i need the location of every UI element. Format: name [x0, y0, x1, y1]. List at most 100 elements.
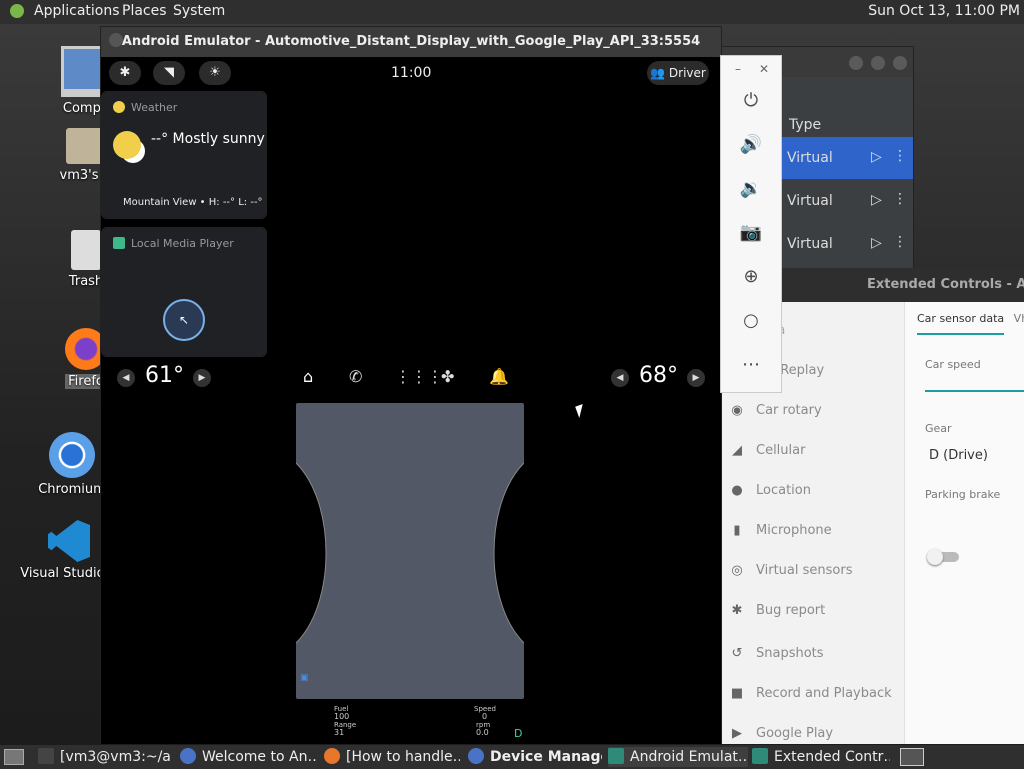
play-icon: ▶ — [732, 726, 742, 741]
menu-system[interactable]: System — [173, 3, 225, 19]
play-icon[interactable]: ▷ — [871, 235, 882, 251]
nav-label: Cellular — [756, 443, 806, 458]
taskbar-item-firefox[interactable]: [How to handle… — [324, 747, 460, 767]
nav-item-bug-report[interactable]: ✱ Bug report — [728, 600, 826, 622]
play-icon[interactable]: ▷ — [871, 192, 882, 208]
volume-down-icon[interactable]: 🔉 — [739, 178, 763, 202]
cluster-gear: D — [514, 727, 523, 740]
weather-card[interactable]: Weather --° Mostly sunny Mountain View •… — [101, 91, 267, 219]
phone-icon[interactable]: ✆ — [349, 367, 362, 386]
bug-icon: ✱ — [731, 603, 743, 618]
firefox-icon — [324, 748, 340, 764]
taskbar-label: Welcome to An… — [202, 749, 316, 765]
taskbar-item-welcome[interactable]: Welcome to An… — [180, 747, 316, 767]
nav-item-car-rotary[interactable]: ◉ Car rotary — [728, 400, 822, 422]
taskbar-item-extended-controls[interactable]: Extended Contr… — [752, 747, 890, 767]
nav-item-snapshots[interactable]: ↺ Snapshots — [728, 643, 824, 665]
fan-icon[interactable]: ✤ — [441, 367, 454, 386]
taskbar-label: Extended Contr… — [774, 749, 890, 765]
nav-label: Record and Playback — [756, 686, 892, 701]
maximize-button[interactable] — [871, 56, 885, 70]
brightness-icon[interactable]: ☀ — [199, 61, 231, 85]
close-button[interactable] — [893, 56, 907, 70]
android-studio-icon — [468, 748, 484, 764]
nav-item-microphone[interactable]: ▮ Microphone — [728, 520, 831, 542]
workspace-switcher[interactable] — [900, 748, 924, 766]
snapshots-icon: ↺ — [731, 646, 743, 661]
menu-applications[interactable]: Applications — [34, 3, 120, 19]
more-vert-icon[interactable]: ⋮ — [893, 234, 907, 250]
right-temp-up-button[interactable]: ▶ — [687, 369, 705, 387]
emulator-icon — [608, 748, 624, 764]
window-menu-button[interactable] — [109, 33, 123, 47]
camera-icon[interactable]: 📷 — [739, 222, 763, 246]
taskbar-label: [How to handle… — [346, 749, 460, 765]
vscode-icon — [48, 520, 90, 562]
rotary-icon: ◉ — [731, 403, 743, 418]
minimize-icon[interactable]: – — [735, 62, 741, 76]
right-temp-down-button[interactable]: ◀ — [611, 369, 629, 387]
nav-label: Virtual sensors — [756, 563, 853, 578]
more-options-icon[interactable]: ⋯ — [739, 354, 763, 378]
notification-icon[interactable]: 🔔 — [489, 367, 509, 386]
emulator-titlebar[interactable]: Android Emulator - Automotive_Distant_Di… — [101, 27, 721, 57]
left-temperature[interactable]: 61° — [145, 363, 184, 388]
nav-item-record-playback[interactable]: ■ Record and Playback — [728, 683, 892, 705]
top-panel: Applications Places System Sun Oct 13, 1… — [0, 0, 1024, 25]
media-play-button[interactable]: ↖ — [163, 299, 205, 341]
volume-up-icon[interactable]: 🔊 — [739, 134, 763, 158]
nav-label: Car rotary — [756, 403, 822, 418]
panel-clock[interactable]: Sun Oct 13, 11:00 PM — [868, 3, 1020, 19]
nav-item-location[interactable]: ● Location — [728, 480, 811, 502]
emulator-window[interactable]: Android Emulator - Automotive_Distant_Di… — [100, 26, 722, 746]
left-temp-up-button[interactable]: ▶ — [193, 369, 211, 387]
close-icon[interactable]: ✕ — [759, 62, 769, 76]
more-vert-icon[interactable]: ⋮ — [893, 191, 907, 207]
media-card[interactable]: Local Media Player ↖ — [101, 227, 267, 357]
nav-item-virtual-sensors[interactable]: ◎ Virtual sensors — [728, 560, 852, 582]
media-title: Local Media Player — [131, 237, 234, 250]
car-speed-label: Car speed — [925, 358, 981, 371]
bluetooth-icon[interactable]: ✱ — [109, 61, 141, 85]
media-card-header: Local Media Player — [113, 237, 234, 250]
car-status-bar: ✱ ◥ ☀ 11:00 👥 Driver — [101, 57, 721, 91]
emulator-title: Android Emulator - Automotive_Distant_Di… — [121, 34, 701, 49]
parking-brake-label: Parking brake — [925, 488, 1001, 501]
tab-car-sensor-data[interactable]: Car sensor data — [917, 312, 1005, 335]
tab-vhal[interactable]: Vhal p — [1014, 312, 1024, 325]
device-type: Virtual — [787, 150, 833, 166]
taskbar-item-emulator[interactable]: Android Emulat… — [608, 747, 748, 767]
gear-select[interactable]: D (Drive) — [929, 448, 988, 463]
nav-item-cellular[interactable]: ◢ Cellular — [728, 440, 805, 462]
taskbar-item-device-manager[interactable]: Device Manager — [468, 747, 602, 767]
wifi-icon[interactable]: ◥ — [153, 61, 185, 85]
cluster-right-value2: 0.0 — [476, 728, 489, 737]
parking-brake-toggle[interactable] — [927, 549, 959, 565]
driver-profile-button[interactable]: 👥 Driver — [647, 61, 709, 85]
apps-grid-icon[interactable]: ⋮⋮⋮ — [395, 367, 443, 386]
cellular-icon: ◢ — [732, 443, 742, 458]
minimize-button[interactable] — [849, 56, 863, 70]
left-temp-down-button[interactable]: ◀ — [117, 369, 135, 387]
taskbar-label: [vm3@vm3:~/a… — [60, 749, 170, 765]
android-studio-icon — [180, 748, 196, 764]
gnome-foot-icon[interactable] — [10, 4, 24, 18]
column-header-type[interactable]: Type — [789, 117, 821, 133]
right-temperature[interactable]: 68° — [639, 363, 678, 388]
power-icon[interactable]: ⏻ — [739, 90, 763, 114]
more-vert-icon[interactable]: ⋮ — [893, 148, 907, 164]
home-circle-icon[interactable]: ○ — [739, 310, 763, 334]
nav-label: Google Play — [756, 726, 834, 741]
show-desktop-icon[interactable] — [4, 749, 24, 765]
play-icon[interactable]: ▷ — [871, 149, 882, 165]
home-icon[interactable]: ⌂ — [303, 367, 313, 386]
menu-places[interactable]: Places — [122, 3, 167, 19]
status-time: 11:00 — [391, 65, 432, 81]
zoom-icon[interactable]: ⊕ — [739, 266, 763, 290]
location-icon: ● — [731, 483, 743, 498]
taskbar-item-terminal[interactable]: [vm3@vm3:~/a… — [38, 747, 170, 767]
cluster-readouts: ▣ Fuel 100 Range 31 Speed 0 rpm 0.0 D — [296, 673, 524, 743]
nav-item-google-play[interactable]: ▶ Google Play — [728, 723, 833, 745]
car-speed-input[interactable] — [925, 390, 1024, 392]
window-controls — [841, 55, 907, 74]
